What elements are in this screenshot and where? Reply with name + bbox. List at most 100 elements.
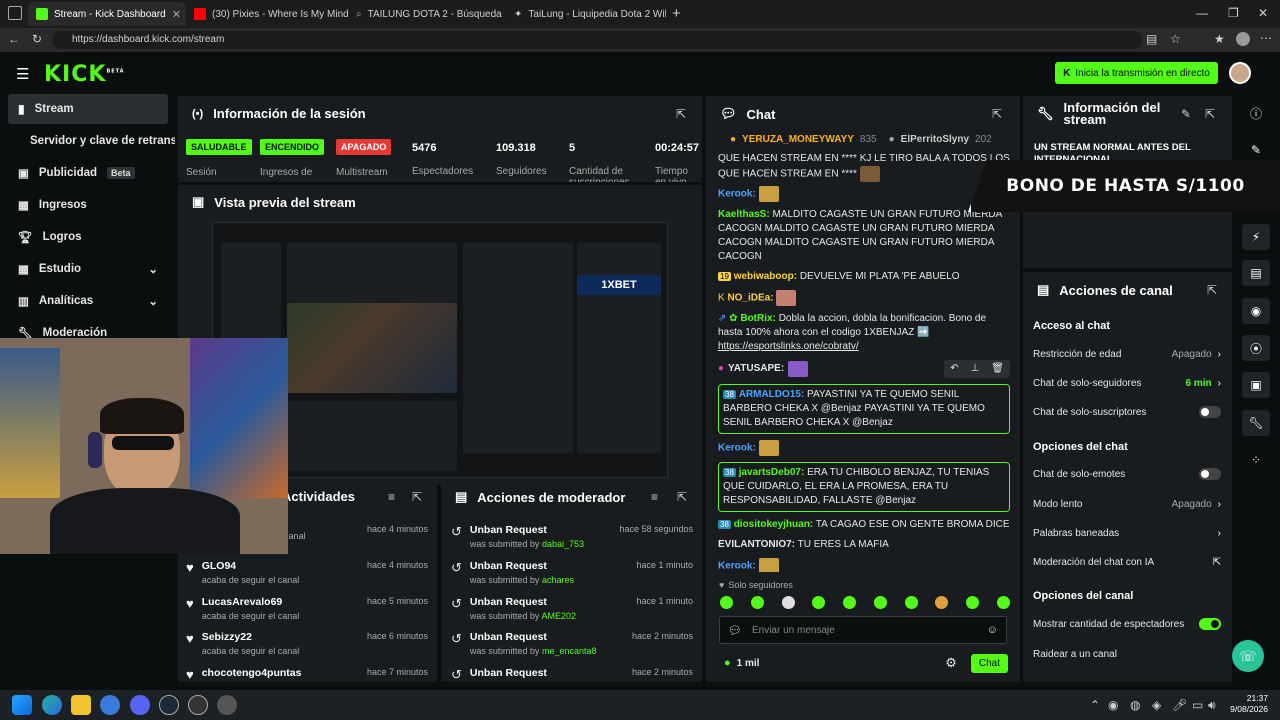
popout-icon[interactable]: ⇱	[1205, 107, 1215, 121]
mod-action-user[interactable]: dabai_753	[542, 539, 584, 549]
emote-quick-icon[interactable]	[996, 596, 1010, 609]
mod-action-user[interactable]: me_encanta8	[542, 646, 597, 656]
chat-username[interactable]: NO_iDEa:	[727, 293, 773, 304]
tray-app-icon[interactable]: ◈	[1152, 698, 1161, 712]
tray-chevron-up-icon[interactable]: ⌃	[1090, 698, 1100, 712]
chat-input[interactable]: 💬︎ Enviar un mensaje ☺	[719, 616, 1007, 644]
close-tab-icon[interactable]: ✕	[172, 8, 181, 21]
chat-mode-icon[interactable]: 💬︎	[728, 624, 742, 637]
subscribers-only-toggle[interactable]	[1199, 406, 1221, 418]
pin-icon[interactable]: ⊥	[971, 362, 980, 376]
chat-username[interactable]: Kerook:	[718, 443, 756, 454]
tray-mic-icon[interactable]: 🎤︎	[1172, 698, 1187, 712]
tray-network-icon[interactable]: ▭	[1192, 698, 1203, 712]
user-avatar[interactable]	[1229, 62, 1251, 84]
support-chat-icon[interactable]: ☏	[1232, 640, 1264, 672]
emote-quick-icon[interactable]	[966, 596, 980, 609]
tab-liquipedia[interactable]: ✦ TaiLung - Liquipedia Dota 2 Wiki ✕	[506, 2, 666, 26]
mod-action-row[interactable]: ↺ Unban Request was submitted by me_encan…	[451, 631, 693, 666]
popout-icon[interactable]: ⇱	[676, 107, 686, 121]
go-live-button[interactable]: K Inicia la transmisión en directo	[1055, 62, 1218, 84]
mod-action-row[interactable]: ↺ Unban Request was submitted by AME202 h…	[451, 596, 693, 631]
obs-icon[interactable]	[188, 695, 208, 715]
steam-icon[interactable]	[159, 695, 179, 715]
chat-username[interactable]: Kerook:	[718, 561, 756, 572]
tray-discord-icon[interactable]: ◉	[1108, 698, 1118, 712]
edit-pencil-icon[interactable]: ✎	[1181, 107, 1191, 121]
close-window-icon[interactable]: ✕	[1258, 6, 1268, 20]
chat-username[interactable]: BotRix:	[740, 313, 776, 324]
mod-action-user[interactable]: achares	[542, 575, 574, 585]
reply-icon[interactable]: ↶	[950, 362, 958, 376]
setting-ai-moderation[interactable]: Moderación del chat con IA ⇱	[1033, 552, 1221, 572]
sidebar-item-achievements[interactable]: 🏆︎ Logros	[8, 222, 168, 252]
emote-quick-icon[interactable]	[812, 596, 826, 609]
chat-username[interactable]: webiwaboop:	[734, 271, 797, 282]
settings-gear-icon[interactable]	[217, 695, 237, 715]
emotes-only-toggle[interactable]	[1199, 468, 1221, 480]
emote-quick-icon[interactable]	[873, 596, 887, 609]
kick-logo[interactable]: KICKBETA	[44, 62, 125, 87]
setting-emotes-only[interactable]: Chat de solo-emotes	[1033, 464, 1221, 484]
windows-start-icon[interactable]	[12, 695, 32, 715]
profile-avatar[interactable]	[1236, 32, 1250, 46]
menu-icon[interactable]: ☰	[16, 65, 29, 83]
setting-slow-mode[interactable]: Modo lento Apagado ›	[1033, 494, 1221, 514]
emoji-icon[interactable]: ☺	[987, 624, 998, 636]
edit-icon[interactable]: ✎	[1242, 137, 1270, 163]
sidebar-item-stream[interactable]: ▮ Stream	[8, 94, 168, 124]
lightning-icon[interactable]: ⚡︎	[1242, 224, 1270, 250]
tray-steam-icon[interactable]: ◍	[1130, 698, 1140, 712]
tabs-icon[interactable]	[100, 695, 120, 715]
gifter-name[interactable]: ElPerritoSlyny	[901, 134, 969, 145]
chat-link[interactable]: https://esportslinks.one/cobratv/	[718, 341, 859, 352]
reader-icon[interactable]: ▤	[1146, 32, 1157, 46]
show-viewer-count-toggle[interactable]	[1199, 618, 1221, 630]
chat-username[interactable]: diositokeyjhuan:	[734, 519, 813, 530]
tab-youtube[interactable]: (30) Pixies - Where Is My Mind? (C ✕	[186, 2, 348, 26]
tab-search[interactable]: ⌕ TAILUNG DOTA 2 - Búsqueda ✕	[348, 2, 506, 26]
chat-username[interactable]: KaelthasS:	[718, 209, 770, 220]
mod-action-row[interactable]: ↺ Unban Request was submitted by dabai_75…	[451, 524, 693, 559]
chat-username[interactable]: ARMALDO15:	[739, 389, 805, 400]
filter-icon[interactable]: ≡	[651, 490, 658, 504]
popout-icon[interactable]: ⇱	[992, 107, 1002, 121]
emote-quick-icon[interactable]	[904, 596, 918, 609]
document-icon[interactable]: ▤	[1242, 260, 1270, 286]
chat-username[interactable]: EVILANTONIO7:	[718, 539, 795, 550]
chat-username[interactable]: Kerook:	[718, 189, 756, 200]
sidebar-item-analytics[interactable]: ▥ Analíticas ⌄	[8, 286, 168, 316]
setting-followers-only[interactable]: Chat de solo-seguidores 6 min ›	[1033, 373, 1221, 393]
setting-subscribers-only[interactable]: Chat de solo-suscriptores	[1033, 402, 1221, 422]
maximize-icon[interactable]: ❐	[1228, 6, 1239, 20]
broadcast-icon[interactable]: ⦿	[1242, 335, 1270, 361]
address-bar[interactable]: https://dashboard.kick.com/stream	[52, 31, 1142, 49]
tab-kick-dashboard[interactable]: Stream - Kick Dashboard ✕	[28, 2, 186, 26]
mod-action-row[interactable]: ↺ Unban Request hace 2 minutos	[451, 667, 693, 681]
minimize-icon[interactable]: —	[1196, 6, 1208, 20]
more-icon[interactable]: ⋯	[1260, 31, 1272, 45]
delete-icon[interactable]: 🗑︎	[991, 362, 1004, 376]
tab-actions-icon[interactable]	[8, 6, 22, 20]
edge-icon[interactable]	[42, 695, 62, 715]
settings-gear-icon[interactable]: ⚙	[945, 655, 957, 671]
reload-icon[interactable]: ↻	[32, 32, 42, 46]
chat-icon[interactable]: ◉	[1242, 298, 1270, 324]
info-icon[interactable]: ⓘ	[1242, 100, 1270, 126]
gifter-name[interactable]: YERUZA_MONEYWAYY	[742, 134, 854, 145]
popout-icon[interactable]: ⇱	[1207, 283, 1217, 297]
sidebar-item-ads[interactable]: ▣ Publicidad Beta	[8, 158, 168, 188]
mod-action-row[interactable]: ↺ Unban Request was submitted by achares …	[451, 560, 693, 595]
wrench-icon[interactable]: 🔧︎	[1242, 410, 1270, 436]
emote-quick-icon[interactable]	[720, 596, 733, 609]
file-explorer-icon[interactable]	[71, 695, 91, 715]
send-chat-button[interactable]: Chat	[970, 653, 1008, 673]
popout-icon[interactable]: ⇱	[412, 490, 422, 504]
emote-quick-icon[interactable]	[935, 596, 949, 609]
chat-username[interactable]: YATUSAPE:	[728, 362, 784, 376]
emote-quick-icon[interactable]	[843, 596, 857, 609]
sidebar-item-studio[interactable]: ▦ Estudio ⌄	[8, 254, 168, 284]
sidebar-item-server-key[interactable]: Servidor y clave de retransmisión	[20, 126, 175, 156]
sidebar-item-revenue[interactable]: ▦ Ingresos	[8, 190, 168, 220]
tray-volume-icon[interactable]: 🔊︎	[1208, 698, 1216, 713]
